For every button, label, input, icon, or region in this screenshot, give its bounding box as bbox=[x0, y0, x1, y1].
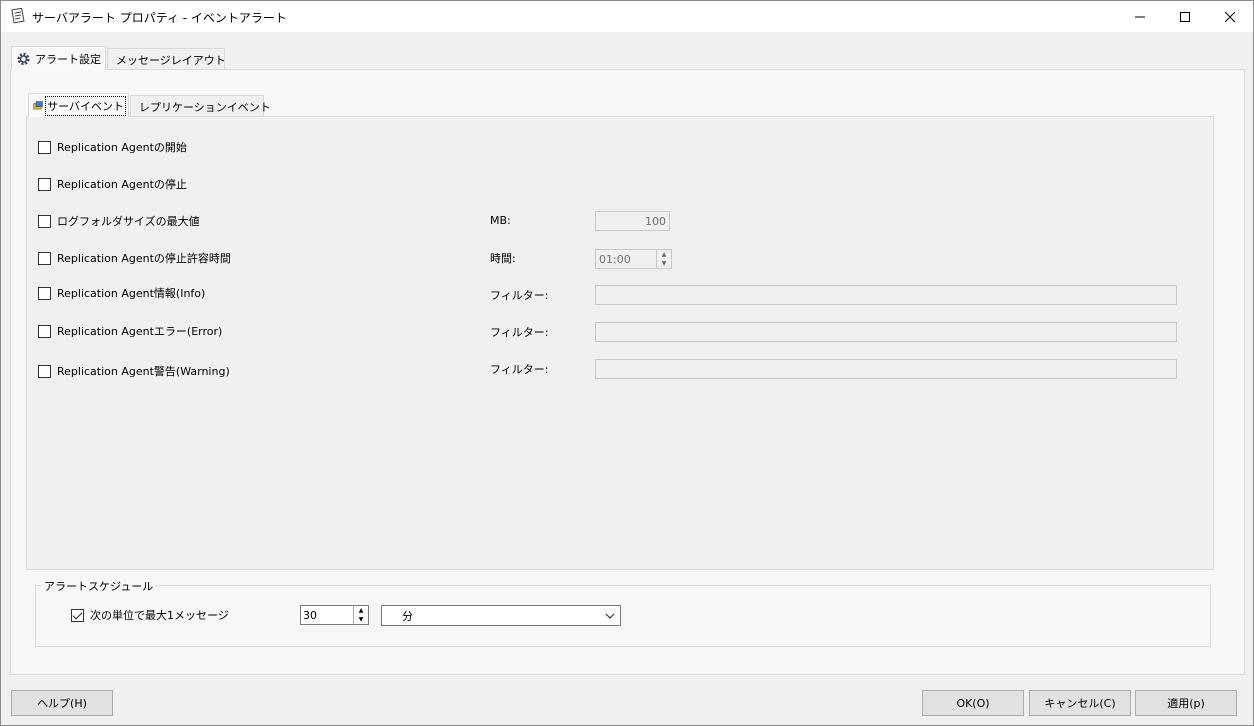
chevron-down-icon bbox=[605, 613, 615, 619]
minimize-icon bbox=[1135, 16, 1145, 17]
hours-spin-arrows[interactable]: ▲ ▼ bbox=[656, 250, 671, 268]
tab-label: アラート設定 bbox=[35, 52, 101, 66]
schedule-checkbox-label: 次の単位で最大1メッセージ bbox=[90, 609, 229, 622]
hours-value: 01:00 bbox=[599, 252, 631, 266]
alert-schedule-label: アラートスケジュール bbox=[41, 578, 157, 594]
tab-alert-settings[interactable]: アラート設定 bbox=[11, 46, 106, 70]
close-button[interactable] bbox=[1207, 1, 1253, 32]
checkbox[interactable] bbox=[38, 177, 51, 191]
filter-input-error[interactable] bbox=[595, 322, 1177, 342]
checkbox[interactable] bbox=[38, 140, 51, 154]
filter-input-info[interactable] bbox=[595, 285, 1177, 305]
event-row-agent-info[interactable]: Replication Agent情報(Info) bbox=[38, 286, 205, 300]
minimize-button[interactable] bbox=[1117, 1, 1163, 32]
spin-up-icon[interactable]: ▲ bbox=[657, 250, 671, 259]
event-row-agent-stop[interactable]: Replication Agentの停止 bbox=[38, 177, 187, 191]
interval-value: 30 bbox=[303, 608, 317, 622]
event-row-agent-start[interactable]: Replication Agentの開始 bbox=[38, 140, 187, 154]
app-icon bbox=[11, 8, 25, 24]
server-event-panel bbox=[26, 116, 1214, 570]
ok-button-label: OK(O) bbox=[956, 696, 990, 710]
event-row-agent-stop-time[interactable]: Replication Agentの停止許容時間 bbox=[38, 251, 231, 265]
filter-label-info: フィルター: bbox=[490, 289, 549, 302]
mb-label: MB: bbox=[490, 214, 511, 227]
dialog-window: サーバアラート プロパティ - イベントアラート アラート設定 メッセージレイア… bbox=[0, 0, 1254, 726]
maximize-icon bbox=[1180, 11, 1190, 22]
tab-label: レプリケーションイベント bbox=[139, 100, 271, 114]
maximize-button[interactable] bbox=[1162, 1, 1208, 32]
cancel-button-label: キャンセル(C) bbox=[1044, 697, 1116, 710]
interval-spin-arrows[interactable]: ▲ ▼ bbox=[353, 606, 368, 624]
event-label: Replication Agentの停止 bbox=[57, 178, 187, 191]
spin-down-icon[interactable]: ▼ bbox=[354, 615, 368, 624]
schedule-checkbox-row[interactable]: 次の単位で最大1メッセージ bbox=[71, 608, 229, 622]
mb-input[interactable]: 100 bbox=[595, 211, 670, 231]
event-label: Replication Agentエラー(Error) bbox=[57, 325, 223, 338]
event-label: ログフォルダサイズの最大値 bbox=[57, 215, 200, 228]
server-event-icon bbox=[33, 100, 43, 109]
tab-replication-event[interactable]: レプリケーションイベント bbox=[130, 95, 271, 117]
event-label: Replication Agent警告(Warning) bbox=[57, 365, 230, 378]
tab-message-layout[interactable]: メッセージレイアウト bbox=[107, 48, 226, 70]
apply-button-label: 適用(p) bbox=[1167, 697, 1205, 710]
gear-icon bbox=[17, 52, 30, 65]
apply-button[interactable]: 適用(p) bbox=[1135, 690, 1237, 716]
cancel-button[interactable]: キャンセル(C) bbox=[1029, 690, 1131, 716]
event-row-agent-error[interactable]: Replication Agentエラー(Error) bbox=[38, 324, 222, 338]
hours-label: 時間: bbox=[490, 252, 516, 265]
tab-server-event[interactable]: サーバイベント bbox=[28, 93, 129, 117]
spin-up-icon[interactable]: ▲ bbox=[354, 606, 368, 615]
unit-dropdown[interactable]: 分 bbox=[381, 605, 621, 626]
window-title: サーバアラート プロパティ - イベントアラート bbox=[32, 11, 287, 25]
checkbox[interactable] bbox=[38, 286, 51, 300]
help-button[interactable]: ヘルプ(H) bbox=[11, 690, 113, 716]
tab-label: メッセージレイアウト bbox=[116, 53, 226, 67]
checkbox[interactable] bbox=[38, 214, 51, 228]
event-label: Replication Agentの開始 bbox=[57, 141, 187, 154]
checkbox[interactable] bbox=[38, 364, 51, 378]
mb-value: 100 bbox=[645, 214, 666, 228]
event-label: Replication Agentの停止許容時間 bbox=[57, 252, 231, 265]
spin-down-icon[interactable]: ▼ bbox=[657, 259, 671, 268]
unit-value: 分 bbox=[402, 609, 413, 623]
checkbox[interactable] bbox=[38, 324, 51, 338]
interval-spinner[interactable]: 30 ▲ ▼ bbox=[300, 605, 369, 625]
title-bar: サーバアラート プロパティ - イベントアラート bbox=[1, 1, 1253, 32]
event-label: Replication Agent情報(Info) bbox=[57, 287, 206, 300]
close-icon bbox=[1225, 11, 1235, 22]
schedule-checkbox[interactable] bbox=[71, 608, 84, 622]
help-button-label: ヘルプ(H) bbox=[37, 697, 87, 710]
tab-label: サーバイベント bbox=[45, 95, 126, 116]
filter-input-warning[interactable] bbox=[595, 359, 1177, 379]
event-row-agent-warning[interactable]: Replication Agent警告(Warning) bbox=[38, 364, 230, 378]
filter-label-warning: フィルター: bbox=[490, 363, 549, 376]
event-row-log-folder-size[interactable]: ログフォルダサイズの最大値 bbox=[38, 214, 200, 228]
filter-label-error: フィルター: bbox=[490, 326, 549, 339]
checkbox[interactable] bbox=[38, 251, 51, 265]
ok-button[interactable]: OK(O) bbox=[922, 690, 1024, 716]
hours-spinner[interactable]: 01:00 ▲ ▼ bbox=[595, 249, 672, 269]
